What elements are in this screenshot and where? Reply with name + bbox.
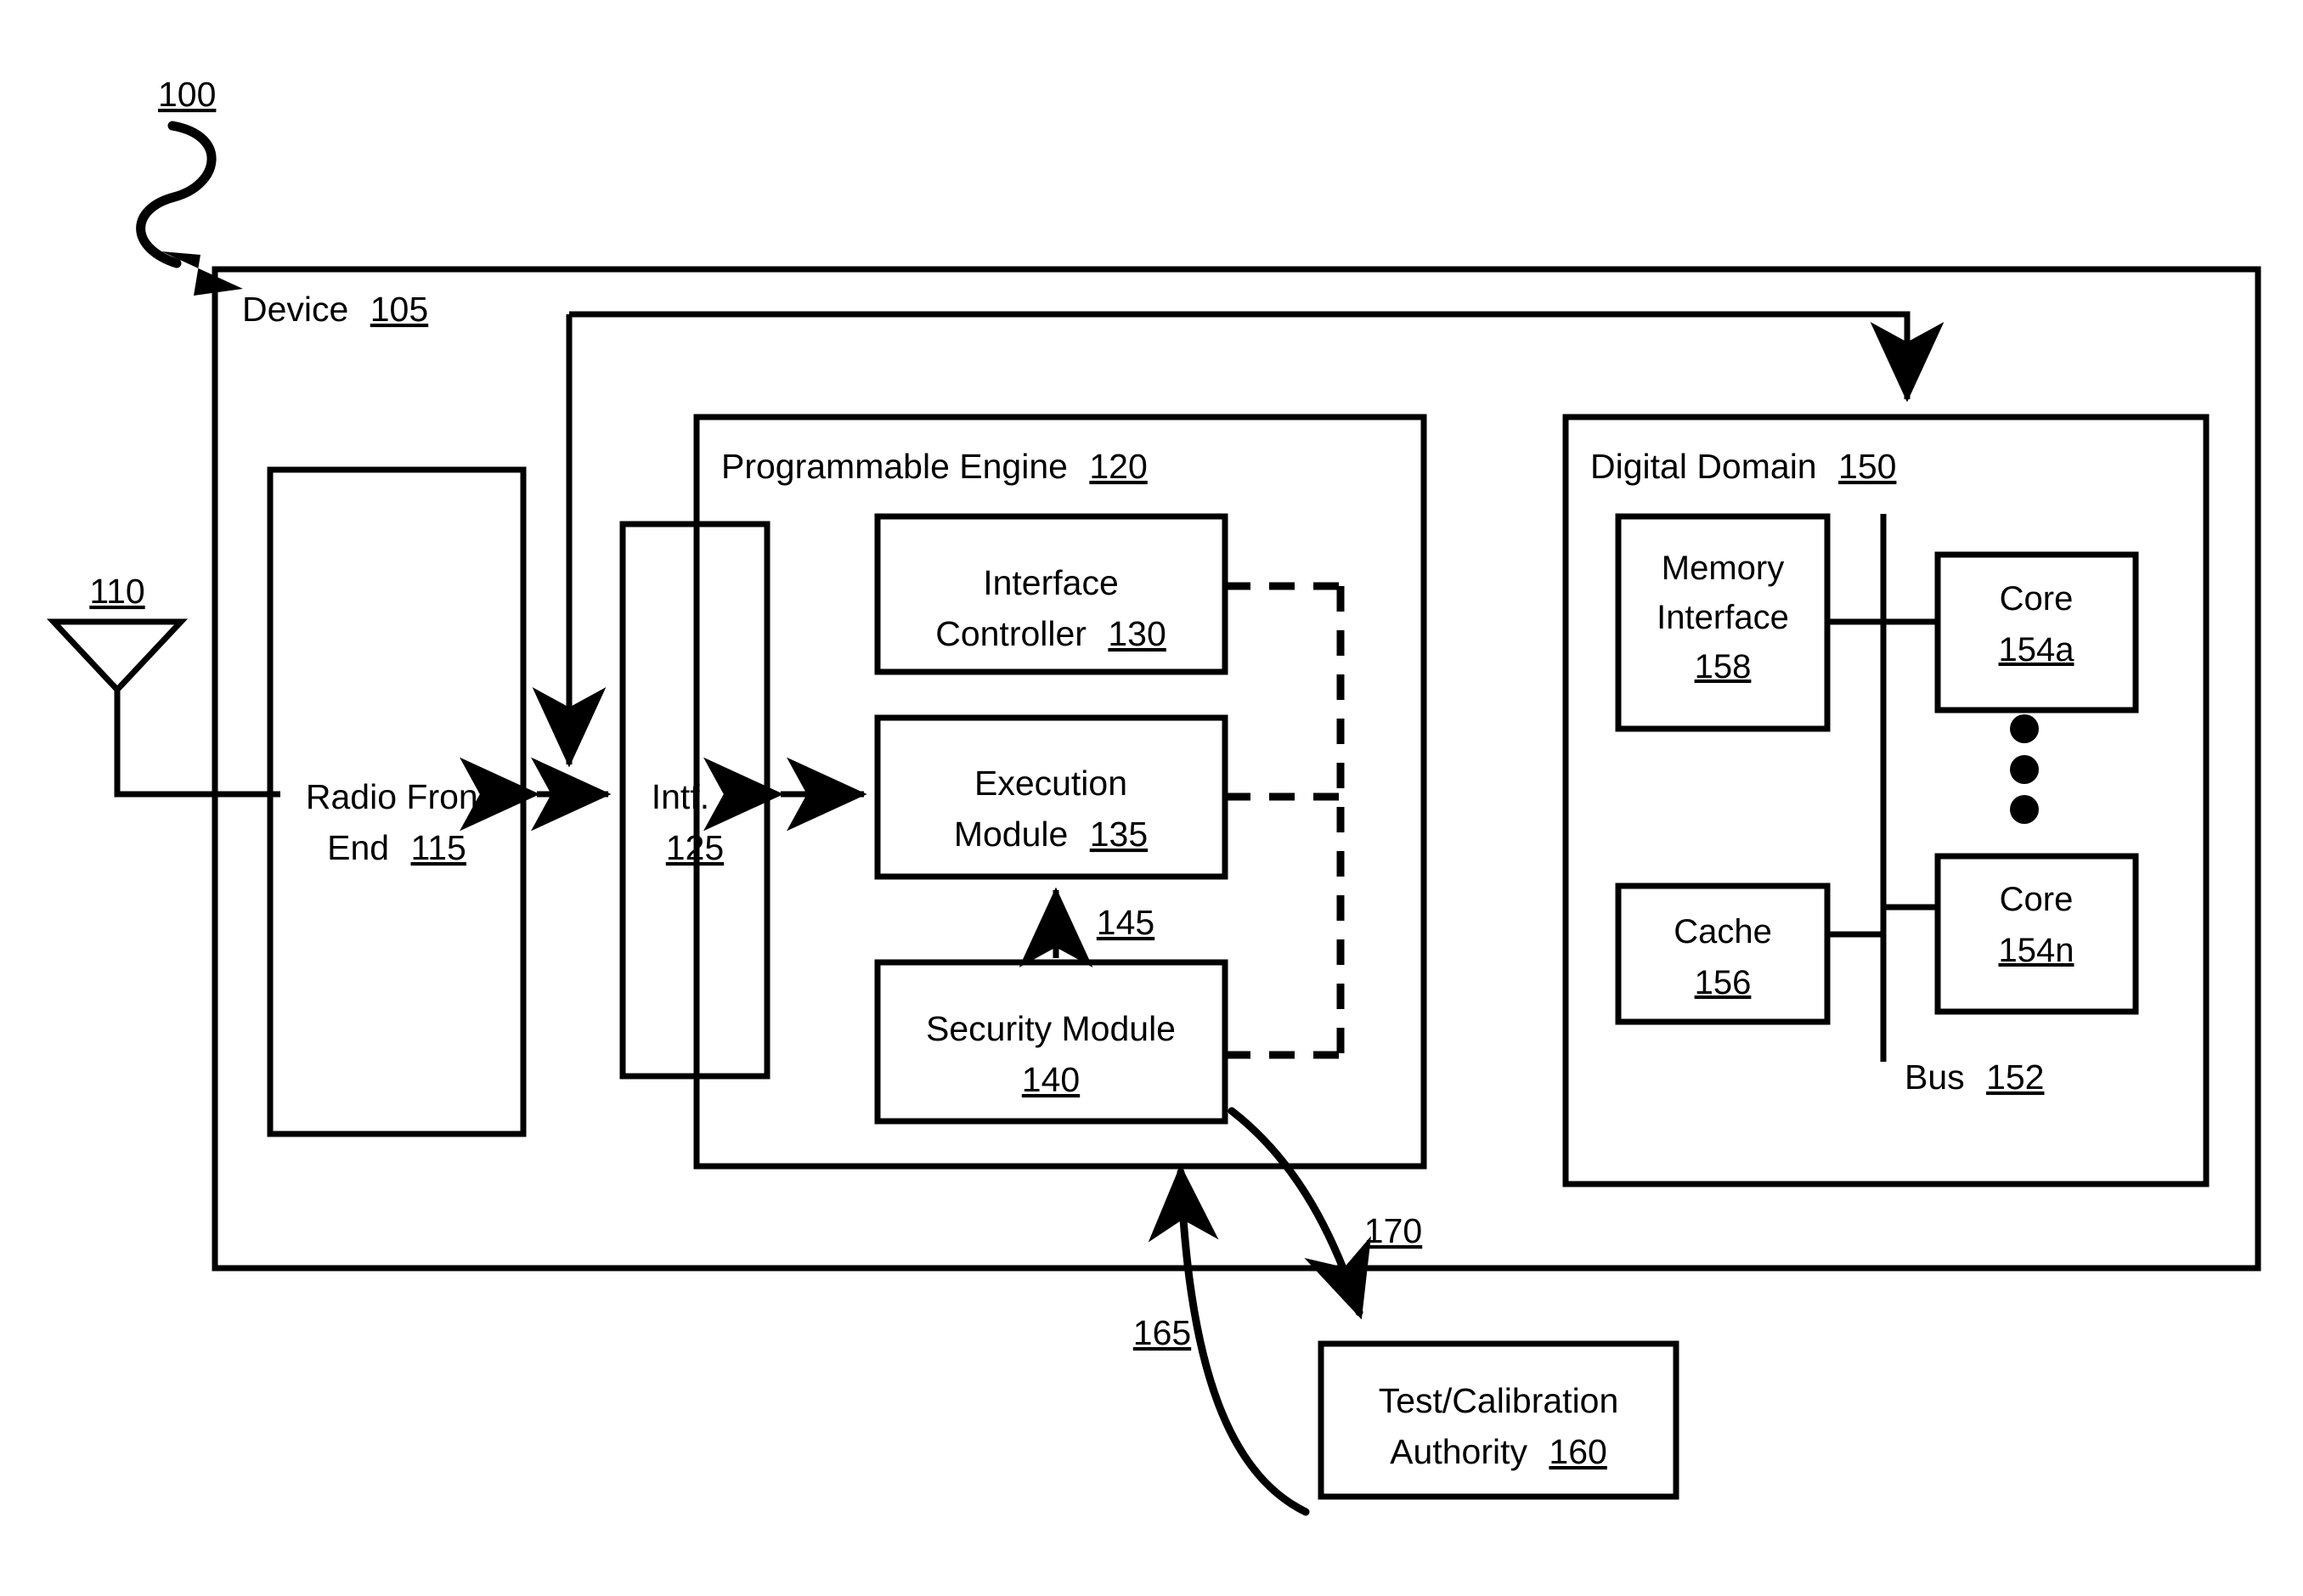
device-ref: 105: [370, 290, 428, 329]
memory-interface-line2: Interface: [1657, 599, 1789, 636]
core-154a-name: Core: [2000, 580, 2074, 618]
diagram-text-layer: 100 Device 105 110 Radio Front End 115 P…: [89, 75, 2075, 1471]
execution-module-line1: Execution: [974, 764, 1127, 803]
security-module-line1: Security Module: [926, 1009, 1176, 1048]
test-calibration-line2: Authority: [1390, 1432, 1527, 1471]
device-label: Device 105: [242, 290, 428, 329]
core-154n-ref: 154n: [1999, 932, 2074, 969]
interface-controller-line2: Controller: [935, 614, 1087, 653]
memory-interface-ref: 158: [1695, 648, 1752, 685]
device-name: Device: [242, 290, 348, 329]
test-calibration-line1: Test/Calibration: [1379, 1381, 1619, 1420]
cache-ref: 156: [1695, 964, 1752, 1001]
test-calibration-ref: 160: [1549, 1432, 1606, 1471]
memory-interface-line1: Memory: [1662, 550, 1784, 587]
connector-ref-170: 170: [1364, 1211, 1422, 1250]
digital-domain-label: Digital Domain 150: [1590, 447, 1896, 486]
radio-front-end-line1: Radio Front: [306, 777, 488, 816]
execution-module-line2-group: Module 135: [954, 815, 1148, 854]
bus-label: Bus 152: [1905, 1057, 2044, 1097]
programmable-engine-name: Programmable Engine: [721, 447, 1068, 486]
interface-controller-line2-group: Controller 130: [935, 614, 1166, 653]
interface-1-line1: Intf. 1: [652, 777, 739, 816]
connector-ref-165: 165: [1133, 1313, 1191, 1352]
radio-front-end-line2-group: End 115: [327, 828, 466, 867]
security-module-ref: 140: [1022, 1060, 1080, 1099]
interface-controller-line1: Interface: [983, 563, 1119, 602]
execution-module-line2: Module: [954, 815, 1068, 854]
execution-module-ref: 135: [1090, 815, 1148, 854]
bus-name: Bus: [1905, 1057, 1965, 1097]
digital-domain-ref: 150: [1838, 447, 1896, 486]
figure-canvas: 100 Device 105 110 Radio Front End 115 P…: [0, 0, 2303, 1596]
core-154a-ref: 154a: [1999, 631, 2075, 668]
antenna-ref-110: 110: [89, 572, 144, 611]
connector-ref-145: 145: [1097, 903, 1154, 942]
test-calibration-line2-group: Authority 160: [1390, 1432, 1607, 1471]
digital-domain-name: Digital Domain: [1590, 447, 1817, 486]
programmable-engine-label: Programmable Engine 120: [721, 447, 1148, 486]
core-154n-name: Core: [2000, 881, 2074, 918]
interface-controller-ref: 130: [1108, 614, 1166, 653]
bus-ref: 152: [1986, 1057, 2044, 1097]
radio-front-end-line2: End: [327, 828, 389, 867]
interface-1-ref: 125: [666, 828, 724, 867]
radio-front-end-ref: 115: [410, 828, 466, 867]
cache-name: Cache: [1674, 913, 1772, 950]
programmable-engine-ref: 120: [1089, 447, 1147, 486]
figure-ref-100: 100: [158, 75, 216, 114]
